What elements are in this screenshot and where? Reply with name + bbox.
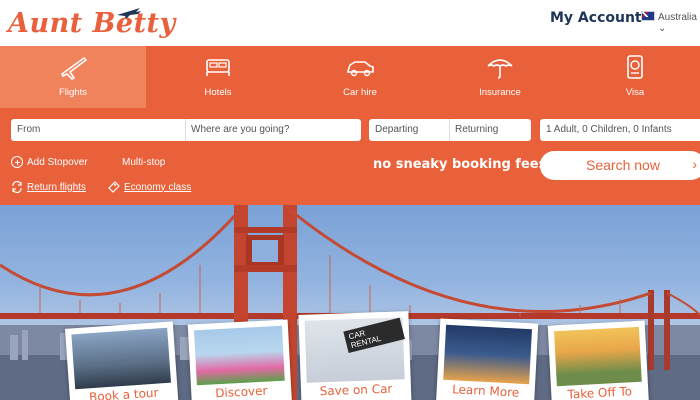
country-label: Australia (658, 12, 697, 23)
logo-plane-icon (117, 8, 141, 19)
tab-visa[interactable]: Visa (570, 46, 700, 108)
tab-car-hire[interactable]: Car hire (290, 46, 430, 108)
departing-date-input[interactable]: Departing (375, 124, 418, 135)
from-input[interactable] (17, 124, 182, 135)
product-tabs: Flights Hotels Car hire Insurance Visa (0, 46, 700, 108)
country-selector[interactable]: Australia ⌄ (658, 12, 700, 34)
binoculars-photo (71, 327, 171, 390)
cabin-class-selector[interactable]: Economy class (108, 181, 191, 193)
return-flights-toggle[interactable]: Return flights (11, 181, 86, 193)
postcard-caption: Take Off To (567, 384, 633, 400)
top-header: Aunt Betty My Account Australia ⌄ (0, 0, 700, 46)
returning-date-input[interactable]: Returning (455, 124, 498, 135)
hero-banner: Book a tour Discover CAR RENTAL Save on … (0, 205, 700, 400)
car-icon (347, 61, 374, 77)
australia-flag-icon[interactable] (641, 11, 655, 21)
add-stopover-button[interactable]: Add Stopover (11, 156, 88, 168)
postcard-car-rental[interactable]: CAR RENTAL Save on Car (298, 311, 412, 400)
tab-label: Hotels (204, 87, 232, 98)
city-night-photo (443, 324, 532, 385)
tab-label: Car hire (343, 87, 377, 98)
tree-sunset-photo (554, 326, 642, 387)
postcard-caption: Save on Car (319, 381, 393, 399)
london-photo (194, 325, 285, 386)
field-divider (185, 119, 186, 141)
postcard-book-tour[interactable]: Book a tour (64, 321, 180, 400)
car-rental-sign: CAR RENTAL (343, 317, 405, 354)
bed-icon (206, 59, 230, 76)
destination-input[interactable] (191, 124, 356, 135)
booking-panel: Flights Hotels Car hire Insurance Visa F… (0, 46, 700, 205)
logo-text: Aunt Betty (8, 7, 176, 39)
add-circle-icon (11, 156, 23, 168)
search-button-label: Search now (586, 157, 660, 173)
tab-label: Visa (625, 87, 645, 98)
page: Aunt Betty My Account Australia ⌄ Flight… (0, 0, 700, 400)
ticket-icon (108, 181, 120, 193)
dates-field: Departing Returning (369, 119, 531, 141)
swap-arrows-icon (12, 181, 22, 193)
postcard-caption: Discover (214, 383, 268, 400)
car-rental-photo: CAR RENTAL (304, 317, 405, 383)
passengers-field[interactable]: 1 Adult, 0 Children, 0 Infants (540, 119, 700, 141)
tab-insurance[interactable]: Insurance (430, 46, 570, 108)
tab-label: Flights (59, 87, 87, 98)
passport-icon (627, 55, 643, 79)
origin-destination-fields (11, 119, 361, 141)
tagline: no sneaky booking fees! (373, 157, 553, 172)
search-now-button[interactable]: Search now › (540, 151, 700, 180)
passengers-label: 1 Adult, 0 Children, 0 Infants (546, 124, 672, 135)
umbrella-icon (487, 59, 513, 79)
multi-stop-label: Multi-stop (122, 157, 166, 168)
add-stopover-label: Add Stopover (27, 156, 88, 168)
tab-hotels[interactable]: Hotels (146, 46, 290, 108)
economy-class-label: Economy class (124, 181, 192, 193)
chevron-right-icon: › (692, 156, 697, 172)
postcard-discover[interactable]: Discover (187, 319, 293, 400)
my-account-link[interactable]: My Account (550, 10, 642, 26)
field-divider (449, 119, 450, 141)
postcard-take-off[interactable]: Take Off To (547, 320, 650, 400)
tab-label: Insurance (479, 87, 521, 98)
site-logo[interactable]: Aunt Betty (8, 4, 176, 42)
plane-icon (60, 56, 88, 80)
postcard-learn-more[interactable]: Learn More (435, 318, 539, 400)
multi-stop-link[interactable]: Multi-stop (122, 157, 165, 168)
return-flights-label: Return flights (27, 181, 86, 193)
postcard-caption: Learn More (451, 382, 520, 400)
tab-flights[interactable]: Flights (0, 46, 146, 108)
